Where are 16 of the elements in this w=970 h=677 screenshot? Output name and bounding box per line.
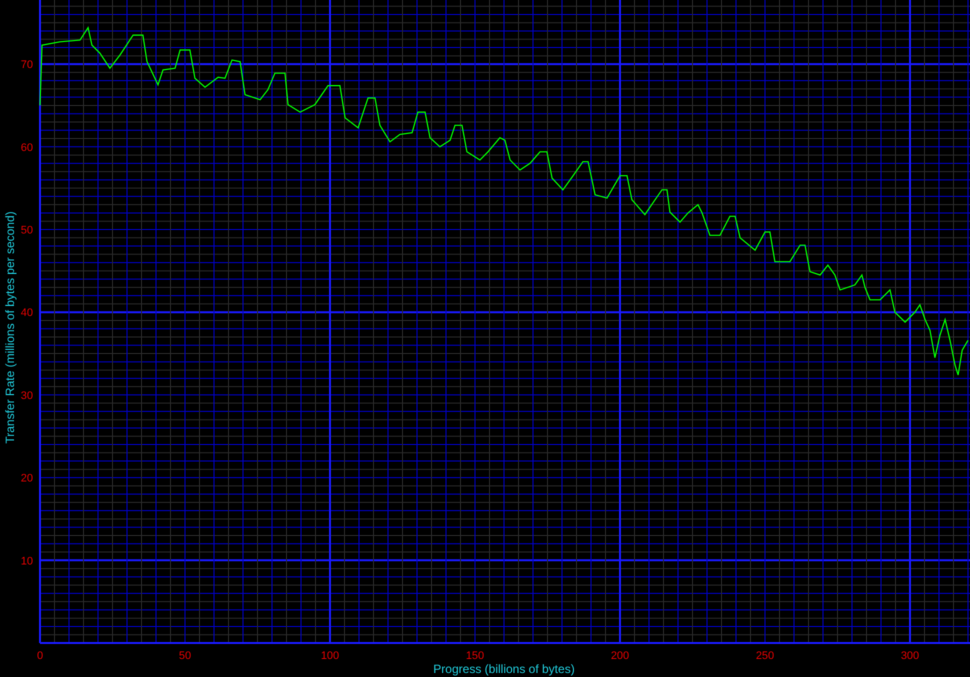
x-tick-label: 250	[756, 650, 774, 662]
y-tick-label: 30	[20, 390, 33, 402]
x-tick-label: 50	[178, 650, 192, 662]
x-tick-label: 150	[466, 650, 484, 662]
x-tick-label: 200	[610, 650, 630, 662]
x-axis-title: Progress (billions of bytes)	[433, 662, 575, 676]
x-tick-label: 0	[36, 650, 44, 662]
y-tick-label: 20	[20, 472, 33, 485]
y-axis-title: Transfer Rate (millions of bytes per second)	[3, 211, 17, 444]
x-tick-label: 100	[320, 650, 340, 662]
y-tick-label: 40	[20, 307, 33, 320]
y-tick-label: 10	[20, 555, 33, 568]
x-tick-label: 300	[900, 650, 920, 662]
y-tick-label: 70	[20, 59, 33, 72]
y-tick-label: 50	[20, 224, 33, 236]
y-tick-label: 60	[20, 142, 33, 154]
